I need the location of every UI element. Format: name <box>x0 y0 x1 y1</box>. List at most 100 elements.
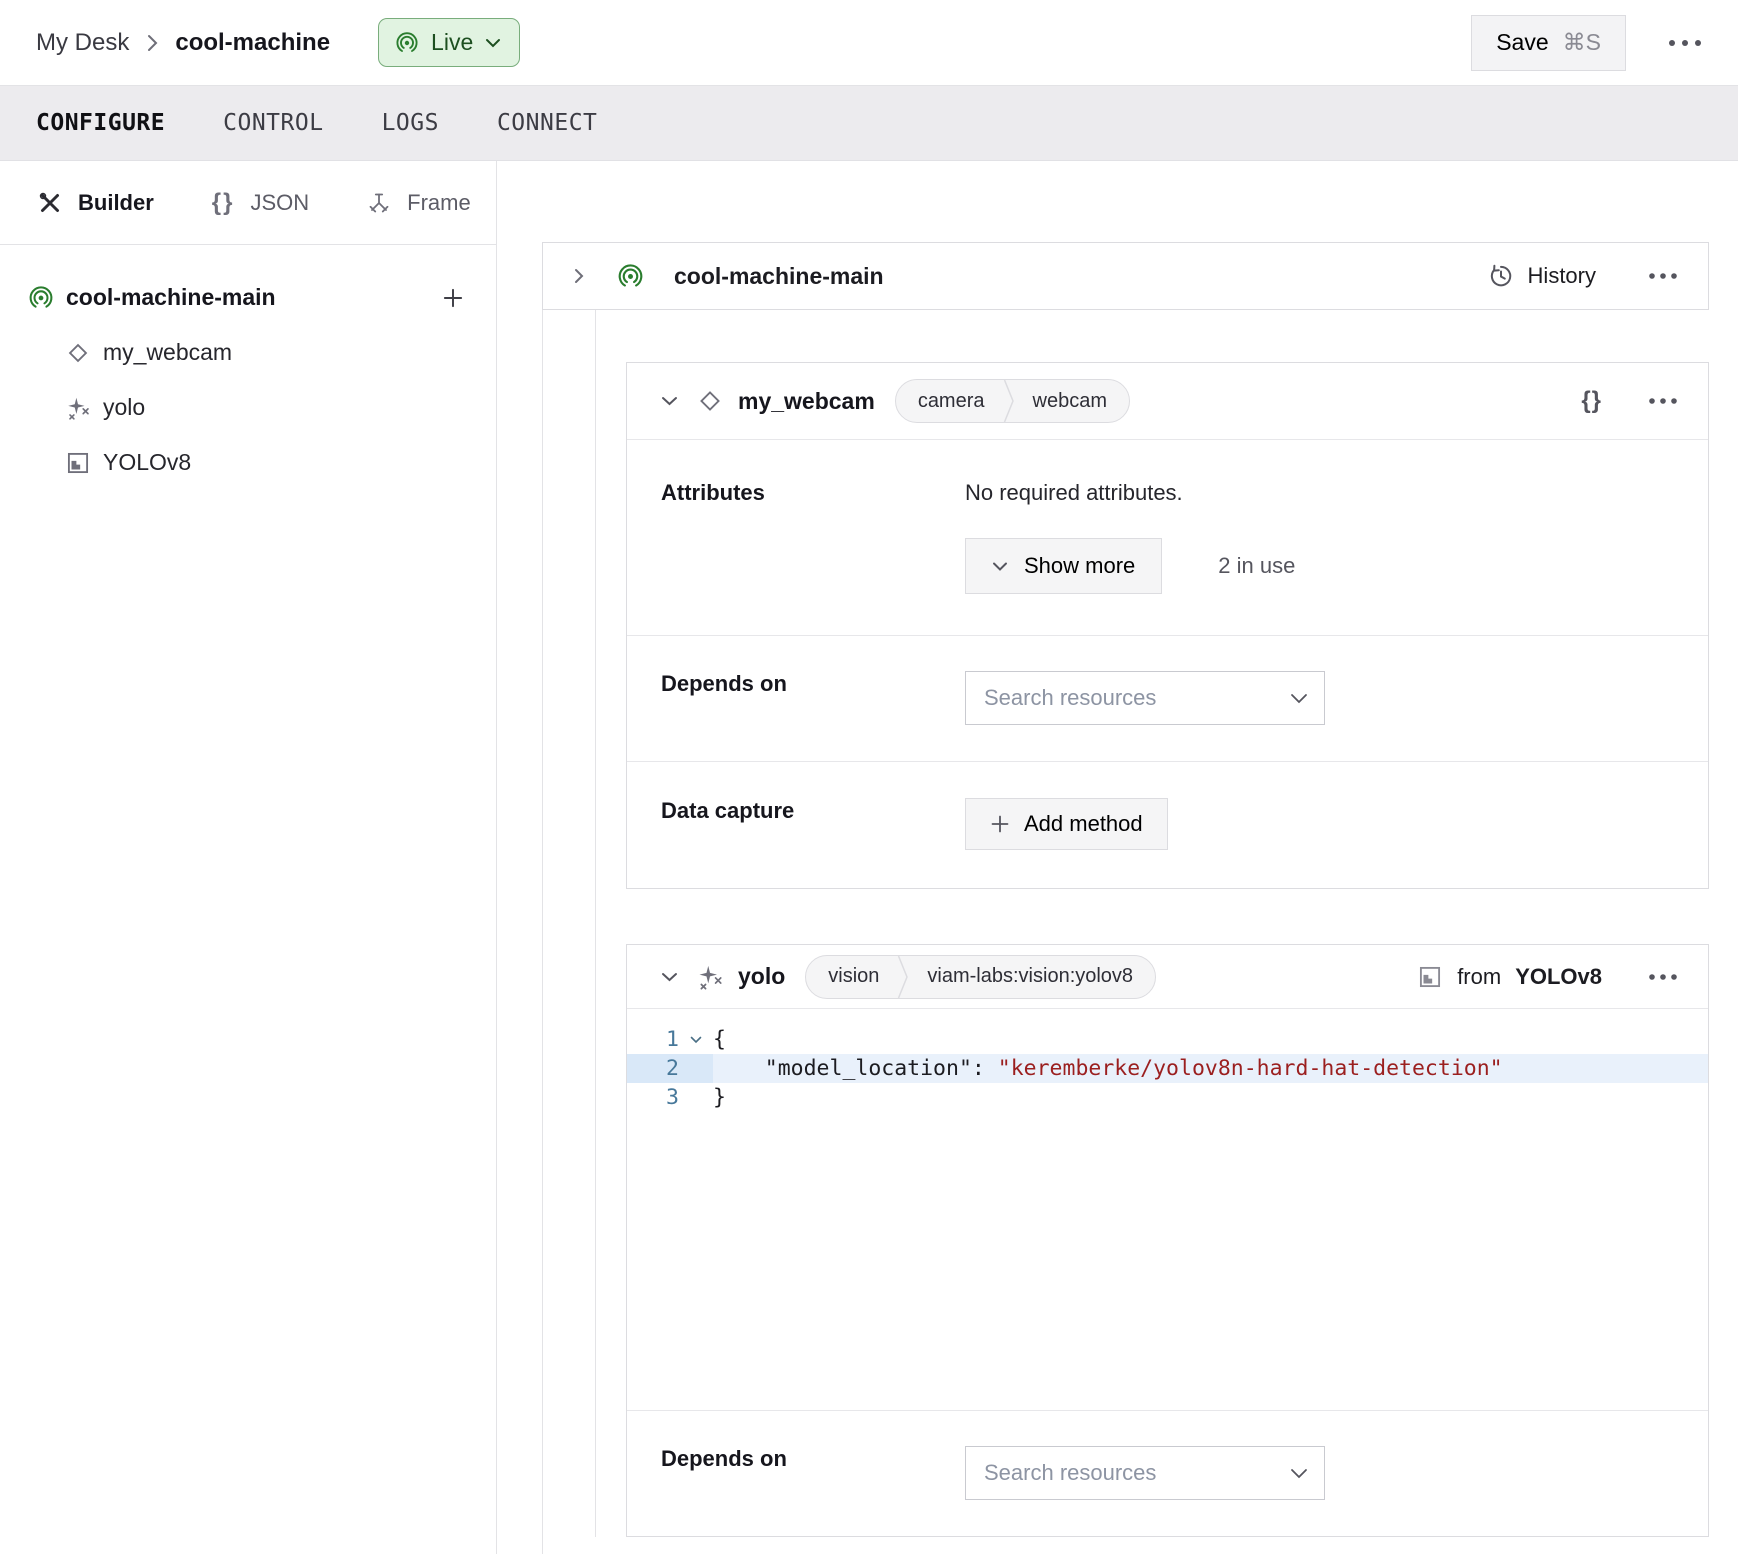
data-capture-label: Data capture <box>661 798 965 850</box>
yolo-card-header: yolo vision viam-labs:vision:yolov8 <box>627 945 1708 1008</box>
resource-tree: cool-machine-main my_webcam <box>0 245 496 490</box>
tab-configure[interactable]: CONFIGURE <box>36 110 165 136</box>
depends-on-section: Depends on <box>627 635 1708 761</box>
chip-type: vision <box>806 956 897 998</box>
mode-builder[interactable]: Builder <box>38 190 154 216</box>
service-menu-button[interactable] <box>1648 973 1678 981</box>
chevron-down-icon[interactable] <box>1290 693 1308 704</box>
code-text: "model_location": "keremberke/yolov8n-ha… <box>713 1054 1503 1083</box>
view-mode-switcher: Builder {} JSON Frame <box>0 161 496 245</box>
json-mode-toggle-icon[interactable]: {} <box>1581 387 1602 415</box>
save-shortcut: ⌘S <box>1563 29 1601 56</box>
add-method-button[interactable]: Add method <box>965 798 1168 850</box>
component-title: my_webcam <box>738 388 875 415</box>
breadcrumb-parent[interactable]: My Desk <box>36 29 129 57</box>
broadcast-icon <box>395 31 419 55</box>
history-icon <box>1488 263 1514 289</box>
diamond-icon <box>65 340 91 366</box>
attributes-in-use-count: 2 in use <box>1218 553 1295 579</box>
code-line-active: 2 "model_location": "keremberke/yolov8n-… <box>627 1054 1708 1083</box>
save-button[interactable]: Save ⌘S <box>1471 15 1626 71</box>
line-number: 2 <box>627 1054 679 1083</box>
broadcast-icon <box>28 285 54 311</box>
breadcrumb: My Desk cool-machine <box>36 29 330 57</box>
sparkles-icon <box>696 963 724 991</box>
tree-item-yolov8-module[interactable]: YOLOv8 <box>28 435 466 490</box>
history-button[interactable]: History <box>1488 263 1596 289</box>
no-attributes-text: No required attributes. <box>965 480 1295 506</box>
tree-item-machine-part[interactable]: cool-machine-main <box>28 270 466 325</box>
add-resource-button[interactable] <box>440 285 466 311</box>
module-icon <box>65 450 91 476</box>
tab-logs[interactable]: LOGS <box>382 110 439 136</box>
attributes-json-editor[interactable]: 1 { 2 "mode <box>627 1008 1708 1410</box>
json-key: "model_location" <box>713 1056 972 1081</box>
chevron-down-icon[interactable] <box>661 396 678 406</box>
from-prefix: from <box>1457 964 1501 990</box>
component-menu-button[interactable] <box>1648 397 1678 405</box>
json-string-value: "keremberke/yolov8n-hard-hat-detection" <box>998 1056 1503 1081</box>
tree-item-my-webcam[interactable]: my_webcam <box>28 325 466 380</box>
chevron-right-icon[interactable] <box>573 267 585 285</box>
overflow-menu-button[interactable] <box>1668 39 1702 47</box>
service-title: yolo <box>738 963 785 990</box>
search-resources-input[interactable] <box>984 1460 1290 1486</box>
sparkles-icon <box>65 395 91 421</box>
chip-type: camera <box>896 380 1003 422</box>
mode-frame[interactable]: Frame <box>367 190 471 216</box>
braces-icon: {} <box>212 189 235 217</box>
mode-json-label: JSON <box>250 190 309 216</box>
tree-item-label: yolo <box>103 394 145 421</box>
depends-on-select[interactable] <box>965 671 1325 725</box>
tree-item-label: cool-machine-main <box>66 284 276 311</box>
machine-part-header: cool-machine-main History <box>542 242 1709 310</box>
from-module-label: from YOLOv8 <box>1417 964 1602 990</box>
configure-sidebar: Builder {} JSON Frame <box>0 161 497 1554</box>
chevron-down-icon <box>992 562 1008 571</box>
save-label: Save <box>1496 29 1548 56</box>
mode-frame-label: Frame <box>407 190 471 216</box>
from-module-name: YOLOv8 <box>1515 964 1602 990</box>
part-title: cool-machine-main <box>674 263 884 290</box>
depends-on-label: Depends on <box>661 1446 965 1500</box>
frame-axes-icon <box>367 191 391 215</box>
live-label: Live <box>431 29 473 56</box>
line-number: 3 <box>627 1083 679 1112</box>
tree-item-yolo[interactable]: yolo <box>28 380 466 435</box>
line-number: 1 <box>627 1025 679 1054</box>
chip-model: viam-labs:vision:yolov8 <box>909 956 1155 998</box>
fold-chevron-icon[interactable] <box>679 1025 713 1054</box>
part-menu-button[interactable] <box>1648 272 1678 280</box>
tools-icon <box>38 191 62 215</box>
history-label: History <box>1528 263 1596 289</box>
my-webcam-card-header: my_webcam camera webcam {} <box>627 363 1708 439</box>
part-body: my_webcam camera webcam {} <box>542 310 1709 1554</box>
search-resources-input[interactable] <box>984 685 1290 711</box>
plus-icon <box>990 814 1010 834</box>
tree-item-label: YOLOv8 <box>103 449 191 476</box>
diamond-icon <box>696 387 724 415</box>
attributes-section: Attributes No required attributes. Show … <box>627 439 1708 635</box>
tab-control[interactable]: CONTROL <box>223 110 323 136</box>
service-card-yolo: yolo vision viam-labs:vision:yolov8 <box>626 944 1709 1537</box>
chip-divider <box>897 956 909 998</box>
configure-main-panel: cool-machine-main History <box>497 161 1738 1554</box>
breadcrumb-current: cool-machine <box>175 29 330 57</box>
yolo-depends-on-section: Depends on <box>627 1410 1708 1536</box>
module-icon <box>1417 964 1443 990</box>
chip-divider <box>1003 380 1015 422</box>
mode-json[interactable]: {} JSON <box>212 189 309 217</box>
code-text: { <box>713 1025 726 1054</box>
service-type-chip: vision viam-labs:vision:yolov8 <box>805 955 1156 999</box>
add-method-label: Add method <box>1024 811 1143 837</box>
broadcast-icon <box>617 263 644 290</box>
depends-on-select[interactable] <box>965 1446 1325 1500</box>
mode-builder-label: Builder <box>78 190 154 216</box>
chevron-down-icon[interactable] <box>661 972 678 982</box>
show-more-button[interactable]: Show more <box>965 538 1162 594</box>
code-line: 1 { <box>627 1025 1708 1054</box>
chevron-down-icon[interactable] <box>1290 1468 1308 1479</box>
tab-connect[interactable]: CONNECT <box>497 110 597 136</box>
live-status-dropdown[interactable]: Live <box>378 18 520 67</box>
component-card-my-webcam: my_webcam camera webcam {} <box>626 362 1709 889</box>
